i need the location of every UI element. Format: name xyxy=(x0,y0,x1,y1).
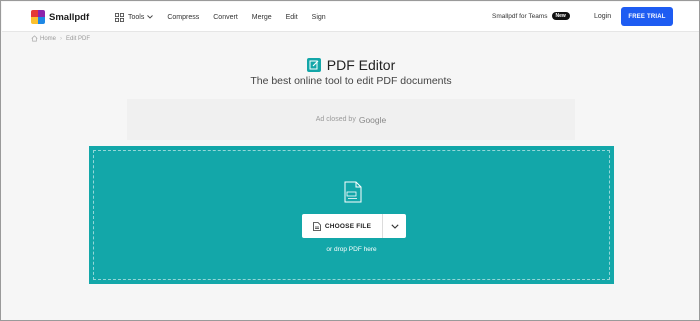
file-icon xyxy=(312,221,321,231)
page-title: PDF Editor xyxy=(326,57,396,73)
page-subtitle: The best online tool to edit PDF documen… xyxy=(250,75,452,87)
nav-convert[interactable]: Convert xyxy=(213,14,238,21)
edit-icon xyxy=(306,58,321,72)
choose-file-label: CHOOSE FILE xyxy=(324,222,372,230)
brand-logo[interactable]: Smallpdf xyxy=(31,10,89,24)
nav-edit[interactable]: Edit xyxy=(286,14,298,21)
main-nav: Tools Compress Convert Merge Edit Sign xyxy=(115,2,340,32)
upload-dropzone[interactable]: CHOOSE FILE or drop PDF here xyxy=(89,146,614,284)
choose-file-button[interactable]: CHOOSE FILE xyxy=(302,214,382,238)
top-header: Smallpdf Tools Compress Convert Merge Ed… xyxy=(2,2,699,32)
chevron-down-icon xyxy=(147,15,154,19)
choose-file-control: CHOOSE FILE xyxy=(302,214,406,238)
breadcrumb: Home › Edit PDF xyxy=(31,35,90,42)
pdf-file-icon xyxy=(344,181,362,203)
home-icon xyxy=(31,35,38,42)
grid-icon xyxy=(115,12,124,22)
ad-brand: Google xyxy=(358,114,387,125)
page-frame: Smallpdf Tools Compress Convert Merge Ed… xyxy=(0,0,700,321)
breadcrumb-separator: › xyxy=(60,35,63,42)
nav-merge[interactable]: Merge xyxy=(252,14,272,21)
choose-file-dropdown[interactable] xyxy=(382,214,406,238)
teams-link[interactable]: Smallpdf for Teams New xyxy=(492,12,570,20)
breadcrumb-home[interactable]: Home xyxy=(40,36,56,42)
ad-text: Ad closed by xyxy=(315,116,356,123)
new-badge: New xyxy=(551,12,570,20)
teams-label: Smallpdf for Teams xyxy=(492,12,548,20)
dropzone-border: CHOOSE FILE or drop PDF here xyxy=(93,150,610,280)
login-link[interactable]: Login xyxy=(594,13,611,20)
breadcrumb-current: Edit PDF xyxy=(66,35,91,42)
ad-slot: Ad closed by Google xyxy=(127,99,575,140)
smallpdf-logo-icon xyxy=(31,10,45,24)
chevron-down-icon xyxy=(390,223,399,229)
nav-sign[interactable]: Sign xyxy=(312,14,326,21)
nav-tools[interactable]: Tools xyxy=(115,12,154,22)
free-trial-button[interactable]: FREE TRIAL xyxy=(621,7,673,26)
nav-compress[interactable]: Compress xyxy=(167,14,199,21)
title-row: PDF Editor xyxy=(1,57,699,73)
drop-hint: or drop PDF here xyxy=(326,246,377,253)
nav-tools-label: Tools xyxy=(128,13,145,21)
brand-name: Smallpdf xyxy=(49,11,90,23)
